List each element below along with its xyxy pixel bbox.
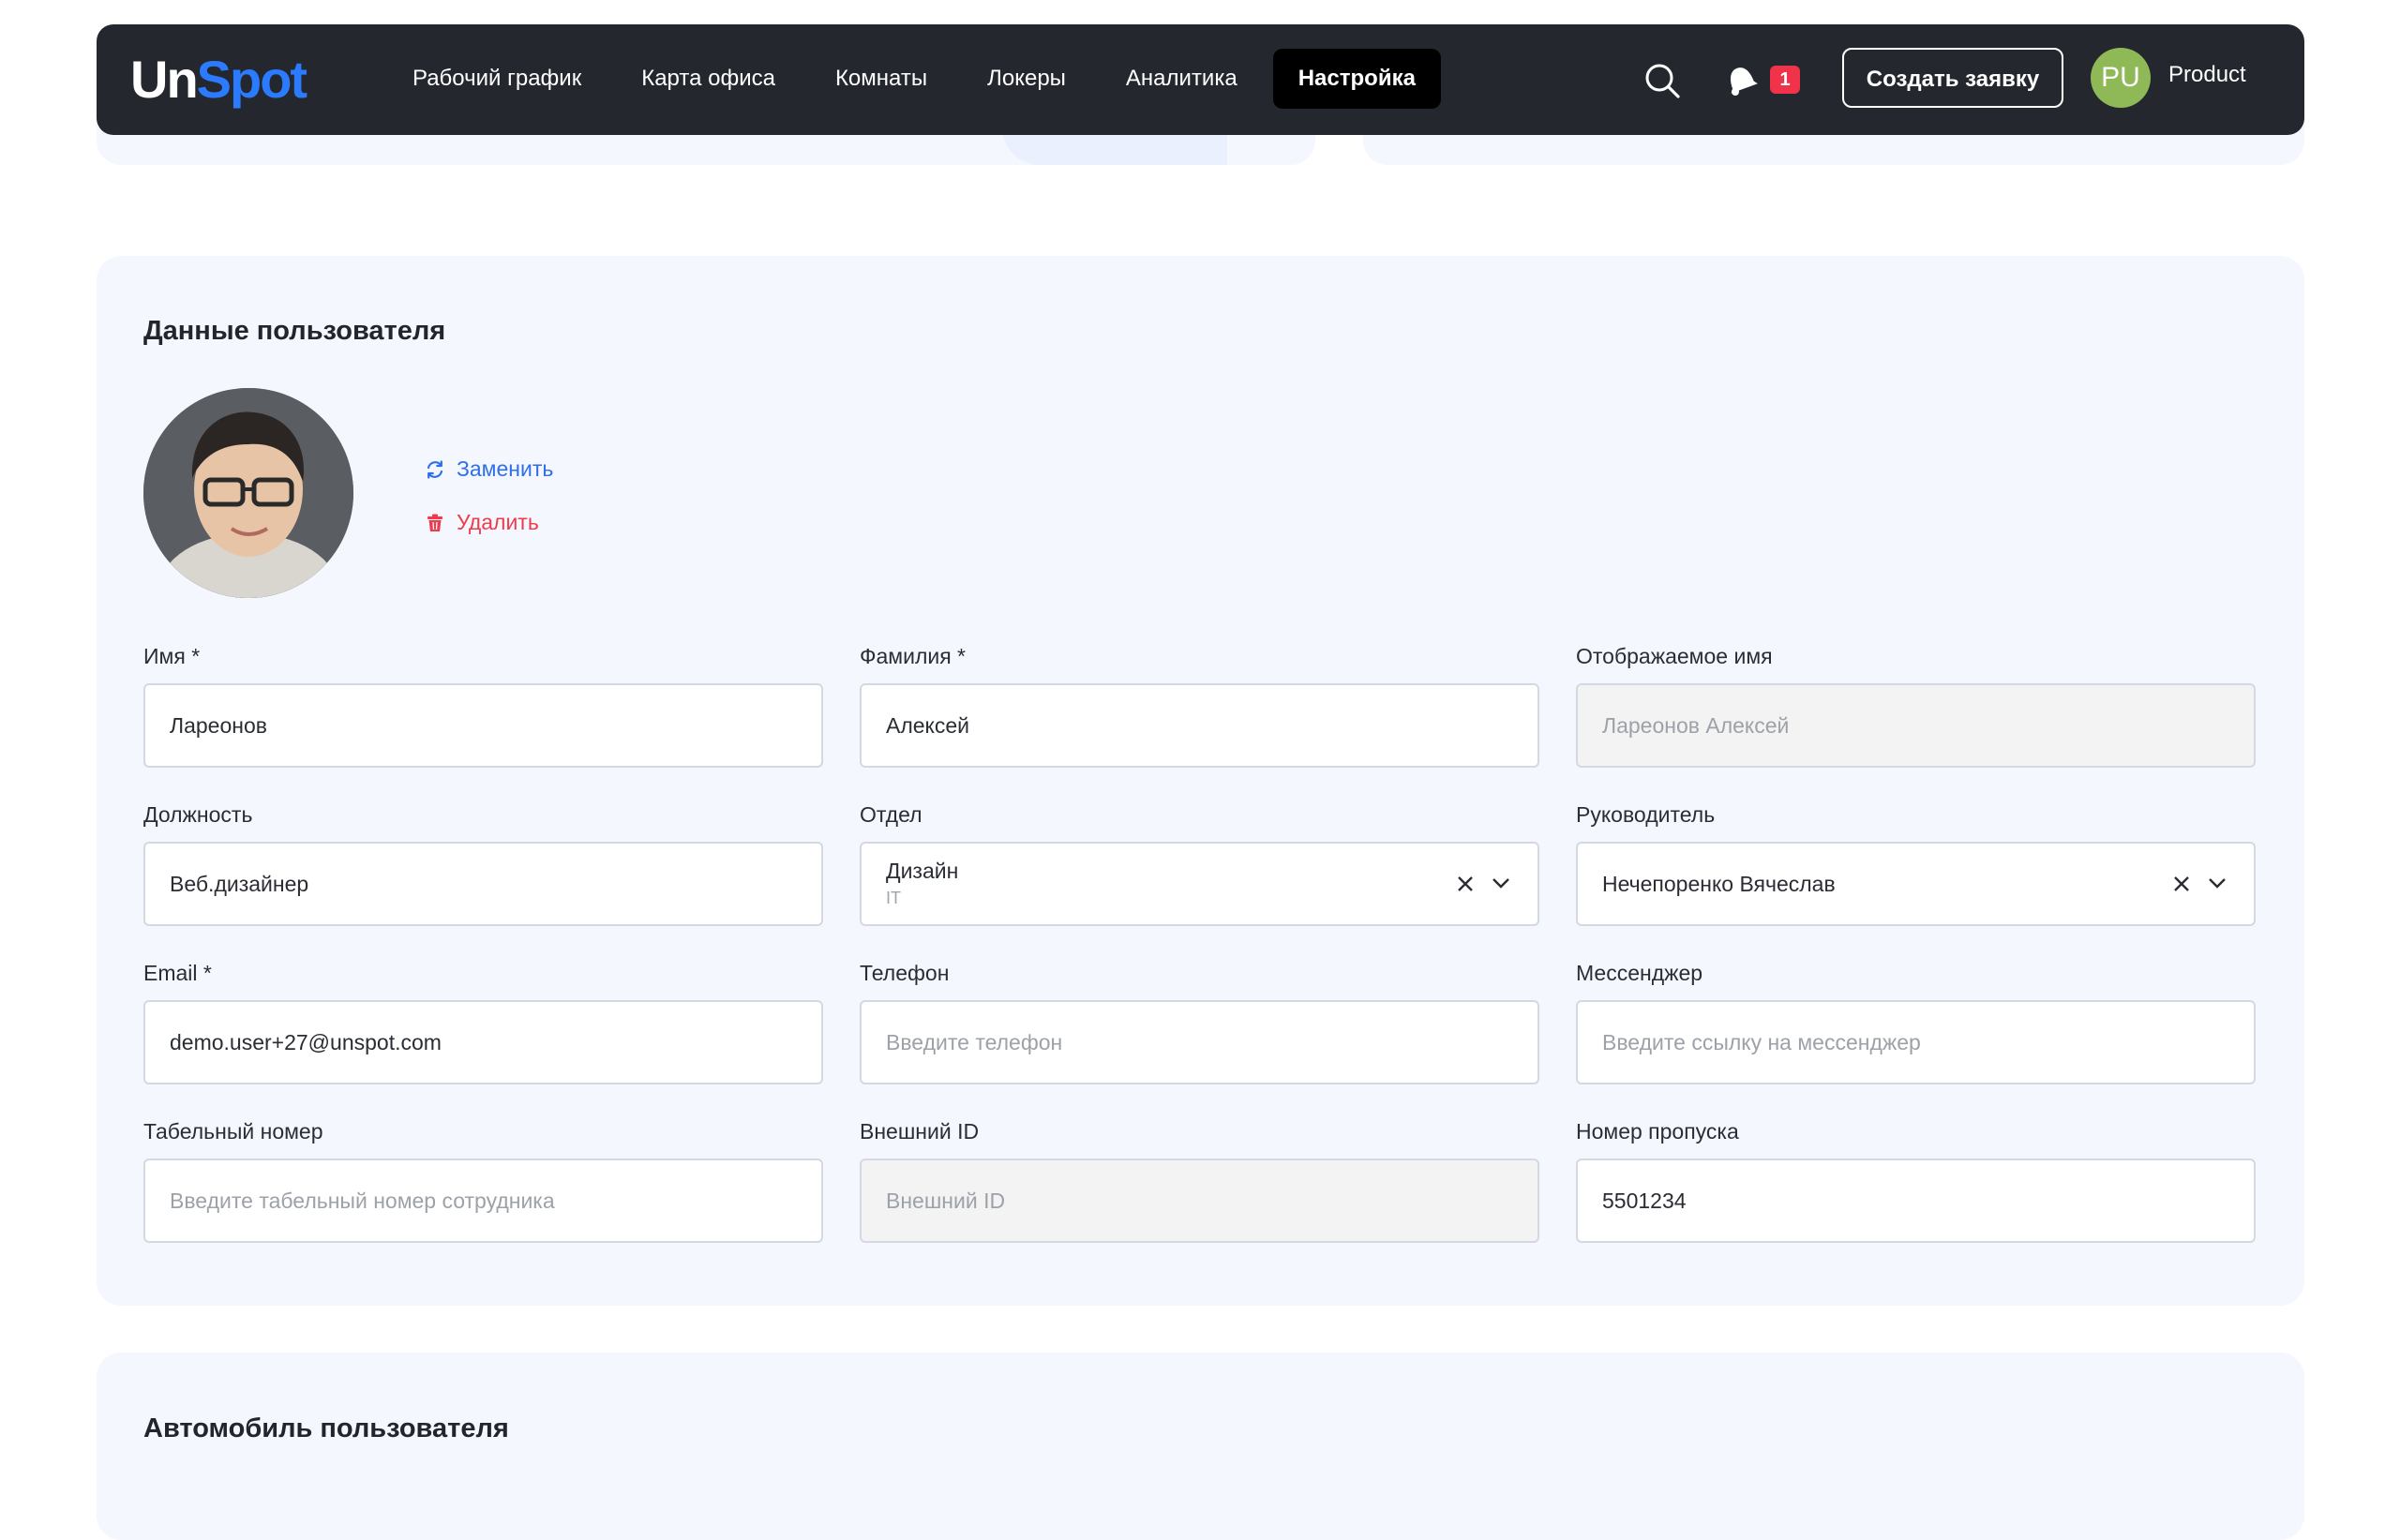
user-name[interactable]: Product — [2168, 62, 2246, 88]
external-id-label: Внешний ID — [860, 1119, 980, 1144]
email-label: Email * — [143, 961, 212, 985]
manager-label: Руководитель — [1576, 802, 1716, 827]
messenger-field[interactable]: Введите ссылку на мессенджер — [1576, 1000, 2256, 1084]
main-nav: Рабочий график Карта офиса Комнаты Локер… — [382, 49, 1441, 109]
display-name-label: Отображаемое имя — [1576, 644, 1773, 668]
display-name-field: Лареонов Алексей — [1576, 683, 2256, 768]
user-car-card: Автомобиль пользователя — [97, 1353, 2304, 1540]
last-name-field[interactable]: Алексей — [860, 683, 1539, 768]
department-sub: IT — [886, 889, 901, 907]
department-label: Отдел — [860, 802, 922, 827]
logo-spot: Spot — [196, 50, 308, 109]
position-label: Должность — [143, 802, 253, 827]
position-field[interactable]: Веб.дизайнер — [143, 842, 823, 926]
nav-office-map[interactable]: Карта офиса — [611, 49, 805, 109]
first-name-field[interactable]: Ларeонов — [143, 683, 823, 768]
chevron-down-icon[interactable] — [1491, 875, 1511, 890]
messenger-label: Мессенджер — [1576, 961, 1703, 985]
employee-number-label: Табельный номер — [143, 1119, 323, 1144]
search-icon[interactable] — [1643, 62, 1681, 99]
nav-rooms[interactable]: Комнаты — [805, 49, 957, 109]
user-photo-image — [143, 388, 353, 598]
notification-icon[interactable] — [1724, 62, 1758, 97]
department-select[interactable]: Дизайн IT — [860, 842, 1539, 926]
phone-label: Телефон — [860, 961, 950, 985]
user-data-card: Данные пользователя Заменить Удалить Имя… — [97, 256, 2304, 1306]
external-id-field: Внешний ID — [860, 1159, 1539, 1243]
nav-settings[interactable]: Настройка — [1272, 49, 1441, 109]
employee-number-field[interactable]: Введите табельный номер сотрудника — [143, 1159, 823, 1243]
manager-select[interactable]: Нечепоренко Вячеслав — [1576, 842, 2256, 926]
trash-icon — [428, 514, 442, 531]
top-header: UnSpot Рабочий график Карта офиса Комнат… — [97, 24, 2304, 135]
user-photo — [143, 388, 353, 598]
first-name-label: Имя * — [143, 644, 201, 668]
delete-photo-label: Удалить — [457, 510, 539, 534]
email-field[interactable]: demo.user+27@unspot.com — [143, 1000, 823, 1084]
nav-analytics[interactable]: Аналитика — [1096, 49, 1268, 109]
delete-photo-button[interactable]: Удалить — [425, 510, 539, 535]
phone-field[interactable]: Введите телефон — [860, 1000, 1539, 1084]
clear-icon[interactable] — [2171, 874, 2192, 894]
unspot-logo[interactable]: UnSpot — [130, 49, 308, 110]
last-name-label: Фамилия * — [860, 644, 967, 668]
section-title-user-data: Данные пользователя — [143, 316, 446, 346]
clear-icon[interactable] — [1455, 874, 1476, 894]
replace-photo-button[interactable]: Заменить — [425, 456, 553, 482]
nav-lockers[interactable]: Локеры — [957, 49, 1096, 109]
section-title-user-car: Автомобиль пользователя — [143, 1413, 509, 1443]
manager-value: Нечепоренко Вячеслав — [1602, 872, 1836, 896]
nav-work-schedule[interactable]: Рабочий график — [382, 49, 611, 109]
create-request-button[interactable]: Создать заявку — [1842, 48, 2063, 108]
pass-number-field[interactable]: 5501234 — [1576, 1159, 2256, 1243]
refresh-icon — [427, 459, 443, 479]
notification-badge: 1 — [1770, 66, 1800, 94]
replace-photo-label: Заменить — [457, 456, 554, 481]
logo-un: Un — [130, 50, 199, 109]
chevron-down-icon[interactable] — [2207, 875, 2228, 890]
pass-number-label: Номер пропуска — [1576, 1119, 1739, 1144]
user-avatar[interactable]: PU — [2091, 48, 2151, 108]
department-value: Дизайн — [886, 859, 959, 883]
